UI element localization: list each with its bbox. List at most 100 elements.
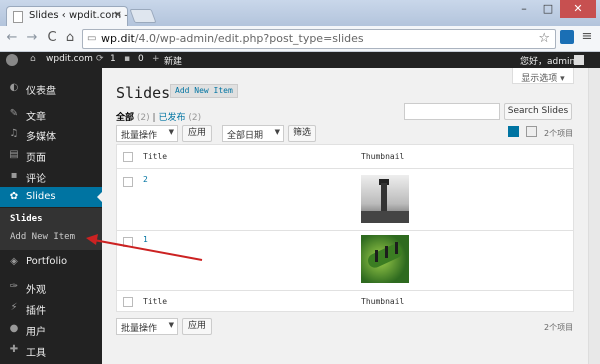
maximize-icon[interactable]: □ <box>536 0 560 18</box>
dates-select[interactable]: 全部日期 ▼ <box>222 125 284 142</box>
window-controls: – □ ✕ <box>512 0 596 18</box>
browser-window: Slides ‹ wpdit.com — W ✕ – □ ✕ ← → C ⌂ ▭… <box>0 0 600 364</box>
caterpillar-thumbnail[interactable] <box>361 235 409 283</box>
column-title-footer[interactable]: Title <box>143 297 167 306</box>
submenu-item-add-new[interactable]: Add New Item <box>10 232 75 242</box>
wp-admin-bar: ⌂ wpdit.com ⟳ 1 ▪ 0 + 新建 您好，admin <box>0 52 600 68</box>
sidebar-item-label: 外观 <box>26 285 46 296</box>
sidebar-item-media[interactable]: ♫ 多媒体 <box>0 124 102 144</box>
submenu-item-slides[interactable]: Slides <box>10 214 43 224</box>
title-bar: Slides ‹ wpdit.com — W ✕ – □ ✕ <box>0 0 600 26</box>
sidebar-item-tools[interactable]: ✚ 工具 <box>0 340 102 360</box>
filter-separator: | <box>152 113 156 123</box>
sidebar-item-label: 用户 <box>26 327 46 338</box>
sidebar-item-label: 仪表盘 <box>26 86 56 97</box>
new-content-link[interactable]: 新建 <box>164 54 182 67</box>
brush-icon: ✑ <box>9 281 19 292</box>
filter-button[interactable]: 筛选 <box>288 125 316 142</box>
item-count-top: 2个项目 <box>544 129 574 138</box>
chevron-down-icon: ▼ <box>168 321 174 329</box>
browser-menu-icon[interactable]: ≡ <box>580 29 594 44</box>
select-all-checkbox[interactable] <box>123 152 133 162</box>
comments-count: 0 <box>138 54 144 64</box>
home-icon[interactable]: ⌂ <box>62 30 78 45</box>
row-checkbox[interactable] <box>123 237 133 247</box>
sidebar-item-posts[interactable]: ✎ 文章 <box>0 104 102 124</box>
reload-icon[interactable]: C <box>44 30 60 45</box>
slides-submenu: Slides Add New Item <box>0 208 102 250</box>
page-icon: ▤ <box>9 149 19 160</box>
comments-icon[interactable]: ▪ <box>124 54 130 64</box>
sidebar-item-appearance[interactable]: ✑ 外观 <box>0 277 102 297</box>
lighthouse-tower <box>381 183 387 213</box>
account-greeting[interactable]: 您好，admin <box>520 54 575 67</box>
lighthouse-thumbnail[interactable] <box>361 175 409 223</box>
url-host: wp.dit <box>101 32 135 45</box>
url-path: /4.0/wp-admin/edit.php?post_type=slides <box>134 32 364 45</box>
chevron-down-icon: ▼ <box>168 128 174 136</box>
filter-published[interactable]: 已发布 <box>158 113 185 123</box>
table-header-row: Title Thumbnail <box>117 145 573 169</box>
sidebar-item-label: 多媒体 <box>26 132 56 143</box>
wordpress-logo-icon[interactable] <box>6 54 18 66</box>
bulk-actions-select-bottom[interactable]: 批量操作 ▼ <box>116 318 178 335</box>
plugin-icon: ⚡ <box>10 302 18 313</box>
extension-icon[interactable] <box>560 30 574 44</box>
caterpillar-stripe <box>395 242 398 254</box>
select-value: 全部日期 <box>227 131 264 141</box>
wrench-icon: ✚ <box>9 344 19 355</box>
site-name-link[interactable]: wpdit.com <box>46 54 93 64</box>
user-icon: ● <box>9 323 19 334</box>
back-icon[interactable]: ← <box>4 30 20 45</box>
sidebar-item-label: 插件 <box>26 306 46 317</box>
sidebar-item-portfolio[interactable]: ◈ Portfolio <box>0 252 102 272</box>
excerpt-view-icon[interactable] <box>526 126 537 137</box>
sidebar-item-comments[interactable]: ▪ 评论 <box>0 166 102 186</box>
slides-icon: ✿ <box>9 191 19 202</box>
browser-tab[interactable]: Slides ‹ wpdit.com — W ✕ <box>6 6 128 26</box>
row-title-link[interactable]: 1 <box>143 235 148 244</box>
dashboard-icon: ◐ <box>9 82 19 93</box>
column-title-header[interactable]: Title <box>143 152 167 161</box>
list-view-icon[interactable] <box>508 126 519 137</box>
row-title-link[interactable]: 2 <box>143 175 148 184</box>
media-icon: ♫ <box>9 128 19 139</box>
filter-published-count: (2) <box>188 113 202 123</box>
avatar[interactable] <box>574 55 584 65</box>
bookmark-star-icon[interactable]: ☆ <box>538 31 550 46</box>
sidebar-item-pages[interactable]: ▤ 页面 <box>0 145 102 165</box>
page-favicon-icon <box>13 11 23 23</box>
minimize-icon[interactable]: – <box>512 0 536 18</box>
forward-icon[interactable]: → <box>24 30 40 45</box>
sidebar-item-plugins[interactable]: ⚡ 插件 <box>0 298 102 318</box>
row-checkbox[interactable] <box>123 177 133 187</box>
table-row: 2 <box>117 169 573 231</box>
apply-button-top[interactable]: 应用 <box>182 125 212 142</box>
lighthouse-rocks <box>361 211 409 223</box>
new-tab-button[interactable] <box>129 9 157 23</box>
search-input[interactable] <box>404 103 500 120</box>
sidebar-item-dashboard[interactable]: ◐ 仪表盘 <box>0 78 102 98</box>
sidebar-item-label: 评论 <box>26 174 46 185</box>
window-close-icon[interactable]: ✕ <box>560 0 596 18</box>
page-scrollbar[interactable] <box>588 68 600 364</box>
add-new-item-button[interactable]: Add New Item <box>170 84 238 98</box>
comment-icon: ▪ <box>10 170 18 181</box>
page-title: Slides <box>116 84 171 102</box>
sidebar-item-slides[interactable]: ✿ Slides <box>0 187 102 207</box>
plus-icon[interactable]: + <box>152 54 160 64</box>
home-site-icon: ⌂ <box>30 54 36 64</box>
tab-close-icon[interactable]: ✕ <box>114 10 122 21</box>
sidebar-item-label: 工具 <box>26 348 46 359</box>
search-slides-button[interactable]: Search Slides <box>504 103 572 120</box>
filter-all[interactable]: 全部 <box>116 113 134 123</box>
address-bar[interactable]: ▭ wp.dit/4.0/wp-admin/edit.php?post_type… <box>82 29 556 49</box>
select-all-checkbox-bottom[interactable] <box>123 297 133 307</box>
bulk-actions-select-top[interactable]: 批量操作 ▼ <box>116 125 178 142</box>
caterpillar-stripe <box>375 250 378 262</box>
screen-options-button[interactable]: 显示选项 ▾ <box>512 68 574 84</box>
filter-all-count: (2) <box>136 113 150 123</box>
updates-icon[interactable]: ⟳ <box>96 54 104 64</box>
apply-button-bottom[interactable]: 应用 <box>182 318 212 335</box>
sidebar-item-users[interactable]: ● 用户 <box>0 319 102 339</box>
